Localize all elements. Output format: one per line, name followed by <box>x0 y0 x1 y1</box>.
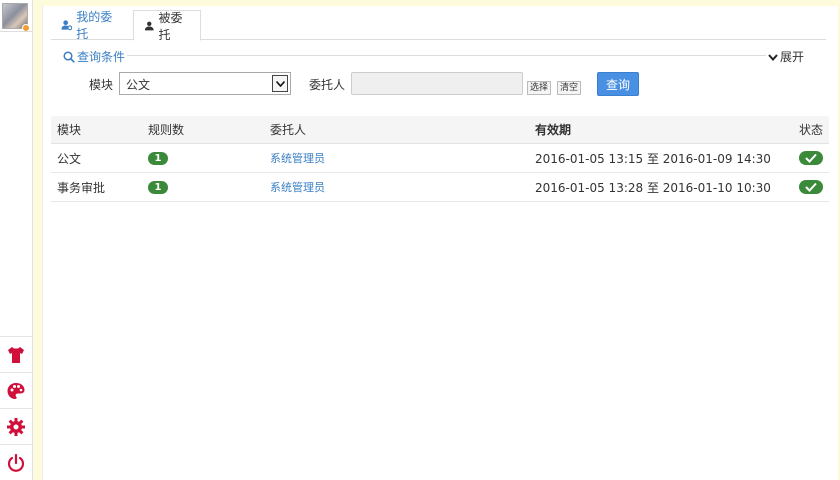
module-cell: 公文 <box>57 151 82 166</box>
header-validity[interactable]: 有效期 <box>535 116 571 143</box>
table-row[interactable]: 公文 1 系统管理员 2016-01-05 13:15 至 2016-01-09… <box>51 144 829 173</box>
header-rules[interactable]: 规则数 <box>148 116 184 143</box>
user-gear-icon <box>61 20 73 31</box>
rules-badge: 1 <box>148 180 168 194</box>
header-delegator[interactable]: 委托人 <box>270 116 306 143</box>
clear-button[interactable]: 清空 <box>557 81 582 95</box>
chevron-down-icon <box>768 53 778 61</box>
delegator-cell: 系统管理员 <box>270 173 325 201</box>
status-cell <box>799 144 823 172</box>
delegation-table: 模块 规则数 委托人 有效期 状态 公文 1 系统管理员 2016-01-05 … <box>51 116 829 202</box>
theme-button[interactable] <box>0 336 32 372</box>
divider <box>127 55 766 56</box>
query-legend-label: 查询条件 <box>77 50 126 64</box>
query-button[interactable]: 查询 <box>597 72 639 96</box>
check-icon <box>805 153 817 163</box>
user-icon <box>144 21 154 30</box>
tab-label: 我的委托 <box>76 10 113 41</box>
header-status[interactable]: 状态 <box>799 116 823 143</box>
module-select[interactable]: 公文 <box>119 72 291 95</box>
tshirt-icon <box>8 346 24 363</box>
search-icon <box>63 50 75 63</box>
dropdown-arrow[interactable] <box>272 75 288 92</box>
delegator-cell: 系统管理员 <box>270 144 325 172</box>
delegator-label: 委托人 <box>309 78 346 92</box>
delegator-link[interactable]: 系统管理员 <box>270 150 325 166</box>
select-button[interactable]: 选择 <box>527 81 552 95</box>
delegator-link[interactable]: 系统管理员 <box>270 179 325 195</box>
check-icon <box>805 182 817 192</box>
gear-icon <box>7 417 25 436</box>
table-row[interactable]: 事务审批 1 系统管理员 2016-01-05 13:28 至 2016-01-… <box>51 173 829 202</box>
module-label: 模块 <box>89 78 114 92</box>
palette-icon <box>7 382 25 399</box>
expand-button[interactable]: 展开 <box>768 48 804 65</box>
divider <box>0 31 32 32</box>
validity-cell: 2016-01-05 13:15 至 2016-01-09 14:30 <box>535 151 771 166</box>
validity-cell: 2016-01-05 13:28 至 2016-01-10 10:30 <box>535 180 771 195</box>
rules-cell: 1 <box>148 144 168 172</box>
rules-cell: 1 <box>148 173 168 201</box>
logout-button[interactable] <box>0 444 32 480</box>
table-header: 模块 规则数 委托人 有效期 状态 <box>51 116 829 144</box>
module-cell: 事务审批 <box>57 180 106 195</box>
skin-button[interactable] <box>0 372 32 408</box>
status-toggle[interactable] <box>799 151 823 165</box>
status-toggle[interactable] <box>799 180 823 194</box>
chevron-down-icon <box>275 80 285 87</box>
status-cell <box>799 173 823 201</box>
settings-button[interactable] <box>0 408 32 444</box>
header-module[interactable]: 模块 <box>57 116 81 143</box>
tab-bar: 我的委托 被委托 <box>51 10 826 42</box>
query-conditions-toggle[interactable]: 查询条件 <box>63 48 125 65</box>
tab-label: 被委托 <box>158 10 183 42</box>
rules-badge: 1 <box>148 151 168 165</box>
delegator-input[interactable] <box>351 72 523 95</box>
module-select-value: 公文 <box>126 78 151 92</box>
main-panel: 我的委托 被委托 查询条件 展开 模块 公文 委托人 选择 清空 查询 模块 规… <box>42 6 838 480</box>
tab-my-delegations[interactable]: 我的委托 <box>51 10 131 41</box>
left-sidebar <box>0 0 33 480</box>
power-icon <box>7 453 25 472</box>
tab-delegated-to-me[interactable]: 被委托 <box>133 10 201 42</box>
expand-label: 展开 <box>779 50 804 64</box>
